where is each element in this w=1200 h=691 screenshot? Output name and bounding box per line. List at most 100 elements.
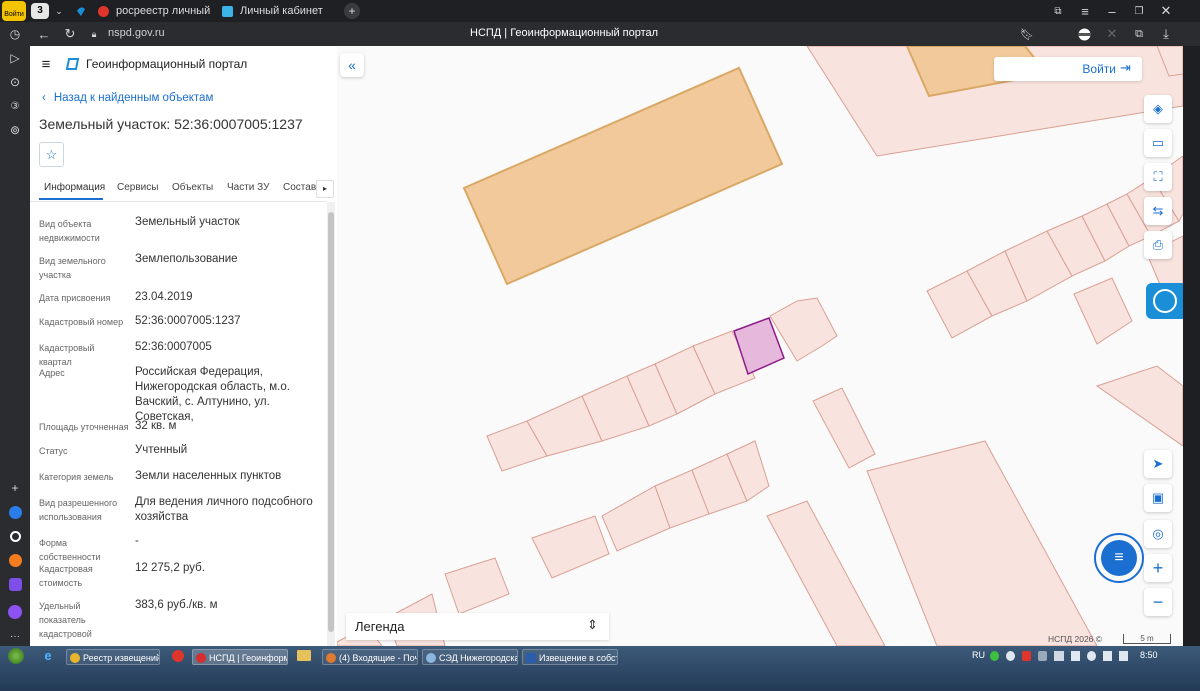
- row-label-specific-value: Удельный показатель кадастровой стоимост…: [39, 601, 92, 646]
- url-text[interactable]: nspd.gov.ru: [108, 27, 165, 39]
- ruler-button[interactable]: ▭: [1144, 129, 1172, 157]
- legend-label: Легенда: [355, 619, 405, 634]
- add-panel-icon[interactable]: +: [0, 478, 30, 498]
- download-icon[interactable]: ⤓: [1158, 26, 1174, 42]
- tab-composition[interactable]: Состав: [283, 182, 316, 193]
- row-label-status: Статус: [39, 446, 68, 456]
- restore-icon[interactable]: ❐: [1131, 3, 1147, 19]
- mail-icon: [326, 653, 336, 663]
- row-label-permitted-use: Вид разрешенного использования: [39, 498, 118, 522]
- more-icon[interactable]: ···: [0, 626, 30, 646]
- bookmark-icon[interactable]: 🔖︎: [1020, 26, 1034, 42]
- tab-objects[interactable]: Объекты: [172, 182, 213, 193]
- extension-icon[interactable]: ✕: [1104, 26, 1120, 42]
- tab-lichnyi-kabinet[interactable]: Личный кабинет: [216, 1, 336, 22]
- share-button[interactable]: ⇆: [1144, 197, 1172, 225]
- collections-icon[interactable]: ⧉: [1050, 3, 1066, 19]
- back-to-results-link[interactable]: ‹ Назад к найденным объектам: [42, 92, 213, 104]
- panel-scrollbar[interactable]: [327, 202, 335, 646]
- alice-icon[interactable]: [0, 526, 30, 546]
- start-button[interactable]: [4, 646, 28, 666]
- task-chrome-registry[interactable]: Реестр извещений -...: [66, 649, 160, 665]
- reload-icon[interactable]: ↻: [62, 26, 78, 42]
- explorer-icon[interactable]: [297, 650, 311, 661]
- tray-network-icon[interactable]: [1006, 651, 1016, 661]
- print-button[interactable]: ⎙: [1144, 231, 1172, 259]
- cloud-app-icon[interactable]: [0, 502, 30, 522]
- tab-rosreestr[interactable]: росреестр личный кабин: [92, 1, 212, 22]
- task-sed[interactable]: СЭД Нижегородска...: [422, 649, 518, 665]
- translate-icon[interactable]: ⧉: [1131, 26, 1147, 42]
- minimize-icon[interactable]: –: [1104, 3, 1120, 19]
- tray-green-icon[interactable]: [990, 651, 1000, 661]
- layers-button[interactable]: ◈: [1144, 95, 1172, 123]
- panel-scrollbar-thumb[interactable]: [328, 212, 334, 632]
- tray-display-icon[interactable]: [1054, 651, 1064, 661]
- tab-information[interactable]: Информация: [44, 182, 105, 193]
- language-indicator[interactable]: RU: [972, 650, 985, 660]
- chat-button[interactable]: ≡: [1094, 533, 1144, 583]
- camera-icon[interactable]: ⊚: [0, 120, 30, 140]
- collapse-panel-button[interactable]: «: [340, 53, 364, 77]
- yandex-login-badge[interactable]: Войти: [2, 1, 26, 21]
- word-icon: [526, 653, 536, 663]
- portal-logo-icon: [65, 57, 80, 76]
- vpn-icon[interactable]: [1076, 26, 1092, 42]
- assistant-icon[interactable]: [0, 602, 30, 622]
- yandex-icon: [98, 6, 109, 17]
- select-area-button[interactable]: ⛶: [1144, 163, 1172, 191]
- app-orange-icon[interactable]: [0, 550, 30, 570]
- minimap-button[interactable]: ▣: [1144, 484, 1172, 512]
- ie-icon[interactable]: e: [40, 648, 56, 664]
- nspd-tab-icon[interactable]: [72, 3, 90, 19]
- tab-services[interactable]: Сервисы: [117, 182, 158, 193]
- chevron-down-icon[interactable]: ⌄: [53, 3, 65, 19]
- parcel-polygon: [1073, 277, 1133, 345]
- tray-icons: [990, 651, 1128, 663]
- row-value-ownership: -: [135, 535, 139, 547]
- tray-flag-icon[interactable]: [1070, 651, 1080, 661]
- favorite-button[interactable]: ☆: [39, 142, 64, 167]
- task-mail[interactable]: (4) Входящие - Почт...: [322, 649, 418, 665]
- geolocation-button[interactable]: ◎: [1144, 520, 1172, 548]
- back-icon[interactable]: ←: [36, 26, 52, 42]
- map-canvas[interactable]: « Войти ⇥ ◈ ▭ ⛶ ⇆ ⎙ ➤ ▣ ◎ + − ≡ Легенда …: [337, 46, 1183, 646]
- hamburger-icon[interactable]: ≡: [38, 56, 54, 73]
- clock[interactable]: 8:50: [1140, 650, 1158, 660]
- map-parcels[interactable]: [337, 46, 1183, 646]
- yandex-taskbar-icon[interactable]: [172, 650, 184, 662]
- zoom-in-button[interactable]: +: [1144, 554, 1172, 582]
- tray-speaker-icon[interactable]: [1118, 651, 1128, 661]
- tab-parts[interactable]: Части ЗУ: [227, 182, 269, 193]
- map-login-button[interactable]: Войти ⇥: [994, 57, 1142, 81]
- task-nspd[interactable]: НСПД | Геоинформ...: [192, 649, 288, 665]
- new-tab-icon[interactable]: +: [344, 3, 360, 19]
- zoom-out-button[interactable]: −: [1144, 588, 1172, 616]
- tabs-scroll-right-button[interactable]: ▸: [316, 180, 334, 198]
- minimap-icon: ▣: [1151, 490, 1165, 505]
- close-icon[interactable]: ✕: [1158, 3, 1174, 19]
- task-word[interactable]: Извещение в собст...: [522, 649, 618, 665]
- history-icon[interactable]: ◷: [0, 24, 30, 44]
- tabs-divider: [30, 201, 327, 202]
- lock-icon: 🔒︎: [91, 28, 97, 39]
- menu-icon[interactable]: ≡: [1077, 3, 1093, 19]
- tabs-count-icon[interactable]: ③: [0, 96, 30, 116]
- plus-icon: +: [1152, 557, 1164, 578]
- messenger-icon[interactable]: [0, 574, 30, 594]
- printer-icon: ⎙: [1152, 237, 1164, 252]
- portal-title: Геоинформационный портал: [86, 57, 248, 71]
- play-icon[interactable]: ▷: [0, 48, 30, 68]
- parcel-polygon: [812, 387, 876, 469]
- tray-shield-icon[interactable]: [1022, 651, 1032, 661]
- tray-arrow-icon[interactable]: [1038, 651, 1048, 661]
- tab-counter[interactable]: 3: [31, 3, 49, 19]
- browser-sidebar: ◷ ▷ ⊙ ③ ⊚ + ···: [0, 22, 30, 646]
- locate-button[interactable]: ➤: [1144, 450, 1172, 478]
- tray-signal-icon[interactable]: [1102, 651, 1112, 661]
- tray-volume-icon[interactable]: [1086, 651, 1096, 661]
- video-icon[interactable]: ⊙: [0, 72, 30, 92]
- legend-bar[interactable]: Легенда ⇕: [346, 613, 609, 640]
- row-value-cadastral-number: 52:36:0007005:1237: [135, 315, 241, 327]
- feedback-button[interactable]: [1146, 283, 1183, 319]
